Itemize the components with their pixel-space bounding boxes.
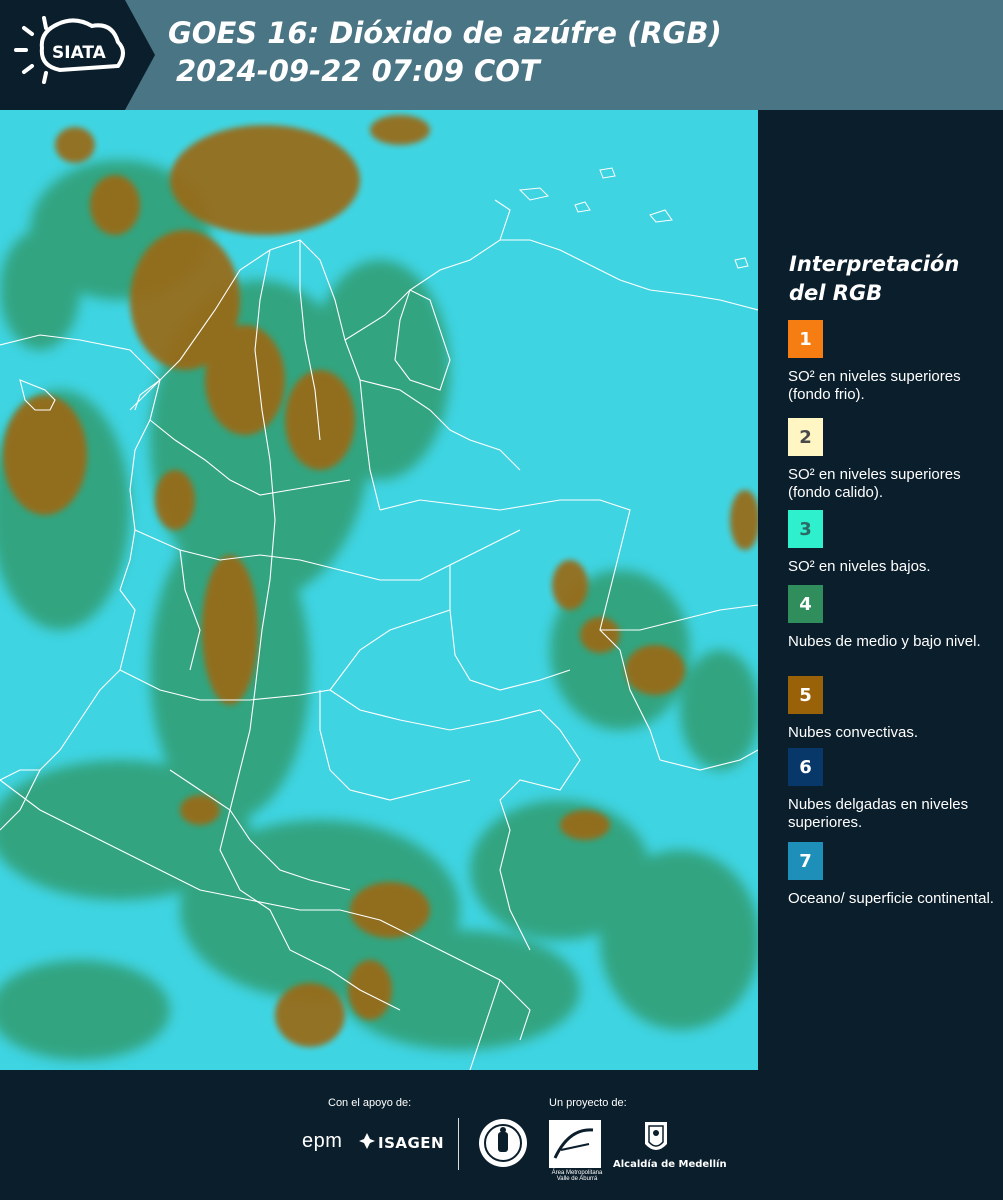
legend-item-6: 6 Nubes delgadas en niveles superiores. bbox=[788, 748, 998, 832]
legend-label-3: SO² en niveles bajos. bbox=[788, 558, 931, 575]
legend-item-2: 2 SO² en niveles superiores (fondo calid… bbox=[788, 418, 998, 502]
epm-logo: epm bbox=[302, 1130, 343, 1152]
legend-label-1: SO² en niveles superiores (fondo frio). bbox=[788, 368, 961, 403]
legend-number-4: 4 bbox=[799, 593, 812, 615]
medellin-seal-icon bbox=[479, 1119, 527, 1167]
isagen-logo: ISAGEN bbox=[378, 1134, 445, 1152]
legend-number-3: 3 bbox=[799, 518, 812, 540]
project-label: Un proyecto de: bbox=[549, 1097, 627, 1109]
legend-swatch-5: 5 bbox=[788, 676, 823, 714]
legend-item-1: 1 SO² en niveles superiores (fondo frio)… bbox=[788, 320, 998, 404]
legend-title: Interpretación del RGB bbox=[789, 252, 960, 305]
area-metropolitana-logo bbox=[549, 1120, 601, 1168]
legend-label-2: SO² en niveles superiores (fondo calido)… bbox=[788, 466, 961, 501]
legend-swatch-6: 6 bbox=[788, 748, 823, 786]
legend-label-4: Nubes de medio y bajo nivel. bbox=[788, 633, 981, 650]
page-timestamp: 2024-09-22 07:09 COT bbox=[176, 54, 540, 88]
legend-swatch-2: 2 bbox=[788, 418, 823, 456]
area-metropolitana-icon bbox=[553, 1128, 594, 1159]
footer-divider bbox=[458, 1118, 459, 1170]
isagen-icon bbox=[359, 1133, 375, 1149]
alcaldia-shield-icon bbox=[645, 1122, 667, 1150]
legend-number-1: 1 bbox=[799, 328, 812, 350]
legend-item-7: 7 Oceano/ superficie continental. bbox=[788, 842, 998, 908]
legend-label-7: Oceano/ superficie continental. bbox=[788, 890, 994, 907]
legend-number-6: 6 bbox=[799, 756, 812, 778]
sponsors-footer: Con el apoyo de: Un proyecto de: epm ISA… bbox=[0, 1070, 1003, 1200]
legend-swatch-4: 4 bbox=[788, 585, 823, 623]
legend-swatch-1: 1 bbox=[788, 320, 823, 358]
legend-item-5: 5 Nubes convectivas. bbox=[788, 676, 998, 742]
page-title: GOES 16: Dióxido de azúfre (RGB) bbox=[168, 16, 722, 50]
satellite-map[interactable] bbox=[0, 110, 758, 1070]
siata-logo: SIATA bbox=[0, 0, 155, 110]
legend-item-4: 4 Nubes de medio y bajo nivel. bbox=[788, 585, 998, 651]
area-metropolitana-text: Área Metropolitana Valle de Aburrá bbox=[551, 1170, 603, 1182]
alcaldia-text: Alcaldía de Medellín bbox=[613, 1159, 727, 1170]
rgb-legend: Interpretación del RGB 1 SO² en niveles … bbox=[760, 110, 1003, 1070]
legend-label-6: Nubes delgadas en niveles superiores. bbox=[788, 796, 969, 831]
support-label: Con el apoyo de: bbox=[328, 1097, 412, 1109]
legend-number-2: 2 bbox=[799, 426, 812, 448]
legend-item-3: 3 SO² en niveles bajos. bbox=[788, 510, 998, 576]
legend-swatch-3: 3 bbox=[788, 510, 823, 548]
legend-swatch-7: 7 bbox=[788, 842, 823, 880]
legend-number-7: 7 bbox=[799, 850, 812, 872]
legend-number-5: 5 bbox=[799, 684, 812, 706]
map-canvas bbox=[0, 110, 758, 1070]
legend-label-5: Nubes convectivas. bbox=[788, 724, 919, 741]
siata-logo-text: SIATA bbox=[52, 43, 106, 63]
header-bar: SIATA GOES 16: Dióxido de azúfre (RGB) 2… bbox=[0, 0, 1003, 110]
